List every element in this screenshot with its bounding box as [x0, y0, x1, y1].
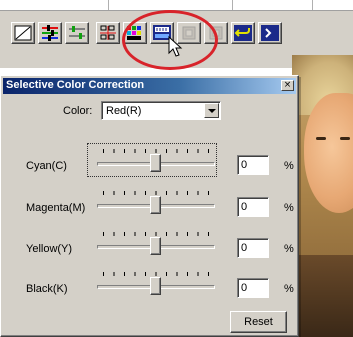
- hue-saturation-icon: [100, 25, 116, 40]
- value-input[interactable]: 0: [237, 197, 269, 217]
- slider-thumb[interactable]: [150, 196, 161, 214]
- photo-shirt: [292, 255, 353, 337]
- slider-ticks: [103, 149, 209, 153]
- dialog-titlebar[interactable]: Selective Color Correction ×: [3, 78, 296, 94]
- slider-ticks: [103, 272, 209, 276]
- color-select[interactable]: Red(R): [101, 101, 221, 120]
- unit-label: %: [284, 283, 294, 295]
- extra-button[interactable]: [258, 22, 282, 44]
- slider-thumb[interactable]: [150, 154, 161, 172]
- value-input[interactable]: 0: [237, 238, 269, 258]
- curves-button[interactable]: [11, 22, 35, 44]
- slider-thumb[interactable]: [150, 277, 161, 295]
- reset-button[interactable]: Reset: [230, 311, 287, 333]
- slider-label: Cyan(C): [26, 160, 67, 172]
- slider-row-black: Black(K) 0 %: [1, 266, 300, 300]
- unit-label: %: [284, 202, 294, 214]
- slider-thumb[interactable]: [150, 237, 161, 255]
- slider-label: Magenta(M): [26, 202, 86, 214]
- slider-row-yellow: Yellow(Y) 0 %: [1, 226, 300, 260]
- selective-color-dialog: Selective Color Correction × Color: Red(…: [0, 75, 299, 337]
- close-button[interactable]: ×: [281, 80, 294, 91]
- slider-label: Black(K): [26, 283, 68, 295]
- undo-icon: [234, 25, 252, 41]
- color-balance-button[interactable]: [38, 22, 62, 44]
- photo-preview: [292, 55, 353, 337]
- value-input[interactable]: 0: [237, 278, 269, 298]
- chevron-down-icon[interactable]: [204, 103, 219, 118]
- levels-button[interactable]: [65, 22, 89, 44]
- dialog-title: Selective Color Correction: [6, 79, 145, 91]
- mouse-pointer-icon: [168, 36, 183, 57]
- color-balance-icon: [42, 25, 58, 41]
- value-input[interactable]: 0: [237, 155, 269, 175]
- curves-icon: [14, 25, 32, 41]
- slider-ticks: [103, 191, 209, 195]
- unit-label: %: [284, 243, 294, 255]
- slider-ticks: [103, 232, 209, 236]
- slider-row-cyan: Cyan(C) 0 %: [1, 143, 300, 177]
- photo-face: [304, 93, 353, 213]
- separator: [232, 0, 233, 10]
- extra-icon: [261, 25, 279, 41]
- unit-label: %: [284, 160, 294, 172]
- color-select-value: Red(R): [106, 105, 142, 117]
- photo-eye: [316, 137, 326, 140]
- separator: [108, 0, 109, 10]
- separator: [312, 0, 313, 10]
- slider-label: Yellow(Y): [26, 243, 73, 255]
- photo-eye: [340, 137, 350, 140]
- levels-icon: [69, 26, 85, 39]
- slider-row-magenta: Magenta(M) 0 %: [1, 185, 300, 219]
- color-label: Color:: [63, 105, 93, 117]
- hue-saturation-button[interactable]: [96, 22, 120, 44]
- undo-button[interactable]: [231, 22, 255, 44]
